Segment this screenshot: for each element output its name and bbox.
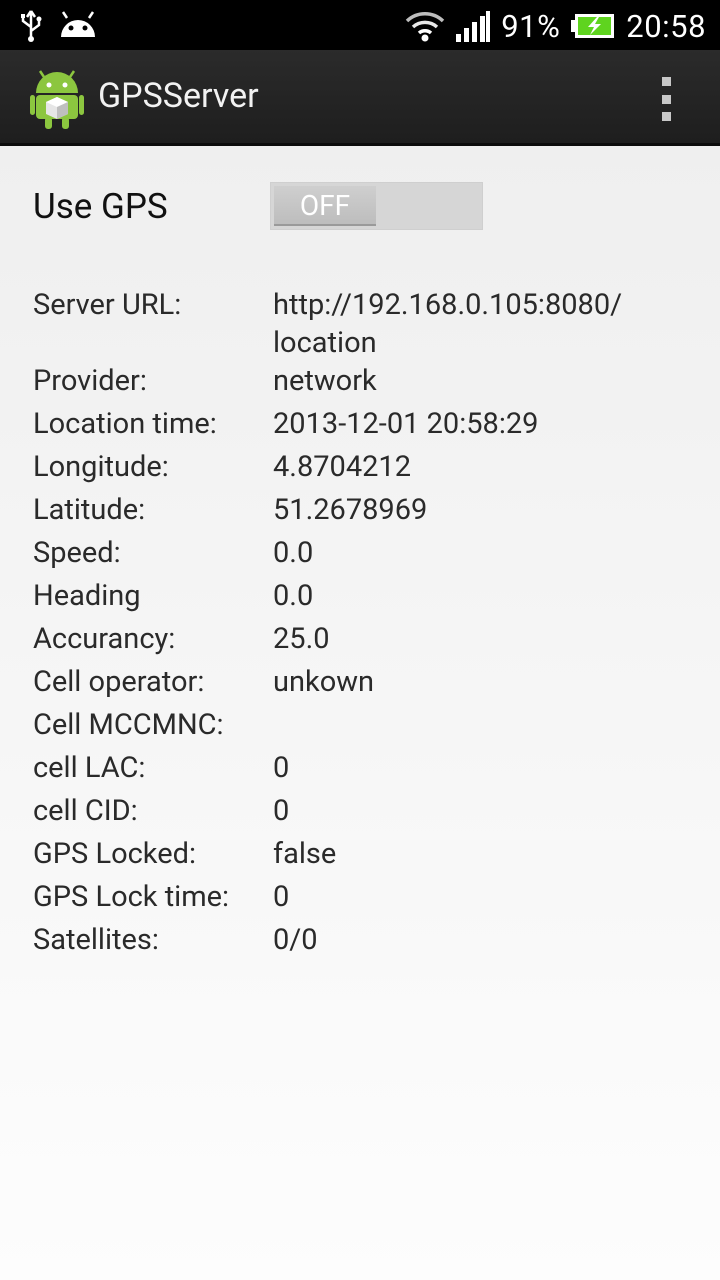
info-row: GPS Lock time: 0 bbox=[0, 878, 720, 921]
info-value: network bbox=[273, 364, 377, 398]
info-label: Cell operator: bbox=[33, 665, 205, 699]
info-label: Longitude: bbox=[33, 450, 169, 484]
info-value: 4.8704212 bbox=[273, 450, 412, 484]
overflow-menu-icon[interactable] bbox=[652, 77, 680, 121]
android-icon bbox=[61, 11, 95, 37]
toggle-state: OFF bbox=[274, 186, 376, 226]
info-value: http://192.168.0.105:8080/ location bbox=[273, 288, 623, 360]
info-label: Latitude: bbox=[33, 493, 146, 527]
info-row: Latitude: 51.2678969 bbox=[0, 491, 720, 534]
info-label: Satellites: bbox=[33, 923, 159, 957]
info-list: Server URL: http://192.168.0.105:8080/ lo… bbox=[0, 286, 720, 964]
status-bar: 91% 20:58 bbox=[0, 0, 720, 50]
status-bar-notifications bbox=[18, 8, 98, 44]
info-row: Satellites: 0/0 bbox=[0, 921, 720, 964]
info-label: GPS Locked: bbox=[33, 837, 196, 871]
action-bar: GPSServer bbox=[0, 50, 720, 146]
info-label: GPS Lock time: bbox=[33, 880, 230, 914]
status-bar-system: 91% 20:58 bbox=[405, 6, 706, 46]
main-content: Use GPS OFF Server URL: http://192.168.0.… bbox=[0, 146, 720, 1280]
info-row: Accurancy: 25.0 bbox=[0, 620, 720, 663]
info-value: 0/0 bbox=[273, 923, 318, 957]
info-label: Heading bbox=[33, 579, 141, 613]
signal-icon bbox=[456, 11, 491, 42]
info-value: 51.2678969 bbox=[273, 493, 428, 527]
info-row: GPS Locked: false bbox=[0, 835, 720, 878]
info-row: Cell MCCMNC: bbox=[0, 706, 720, 749]
info-value: 0.0 bbox=[273, 579, 314, 613]
info-row: Longitude: 4.8704212 bbox=[0, 448, 720, 491]
info-row: Cell operator: unkown bbox=[0, 663, 720, 706]
info-value: 0 bbox=[273, 751, 290, 785]
info-value: 0 bbox=[273, 794, 290, 828]
app-title: GPSServer bbox=[98, 76, 259, 116]
info-label: cell CID: bbox=[33, 794, 138, 828]
battery-charging-icon bbox=[571, 14, 615, 38]
info-row: Heading 0.0 bbox=[0, 577, 720, 620]
info-label: Speed: bbox=[33, 536, 121, 570]
info-row: cell LAC: 0 bbox=[0, 749, 720, 792]
info-value: 2013-12-01 20:58:29 bbox=[273, 407, 539, 441]
battery-percent: 91% bbox=[501, 7, 561, 45]
app-icon[interactable] bbox=[30, 69, 84, 129]
info-row: Server URL: http://192.168.0.105:8080/ lo… bbox=[0, 286, 720, 362]
info-label: Provider: bbox=[33, 364, 147, 398]
info-value: false bbox=[273, 837, 337, 871]
info-value: 25.0 bbox=[273, 622, 330, 656]
info-value: unkown bbox=[273, 665, 375, 699]
info-row: cell CID: 0 bbox=[0, 792, 720, 835]
info-label: Accurancy: bbox=[33, 622, 176, 656]
usb-icon bbox=[21, 10, 42, 42]
use-gps-label: Use GPS bbox=[33, 186, 168, 227]
info-row: Provider: network bbox=[0, 362, 720, 405]
info-label: Server URL: bbox=[33, 288, 182, 322]
info-row: Speed: 0.0 bbox=[0, 534, 720, 577]
wifi-icon bbox=[406, 12, 445, 42]
info-label: Location time: bbox=[33, 407, 217, 441]
info-value: 0.0 bbox=[273, 536, 314, 570]
info-value: 0 bbox=[273, 880, 290, 914]
clock: 20:58 bbox=[626, 7, 706, 45]
info-label: cell LAC: bbox=[33, 751, 146, 785]
info-row: Location time: 2013-12-01 20:58:29 bbox=[0, 405, 720, 448]
use-gps-toggle[interactable]: OFF bbox=[270, 182, 483, 230]
info-label: Cell MCCMNC: bbox=[33, 708, 224, 742]
